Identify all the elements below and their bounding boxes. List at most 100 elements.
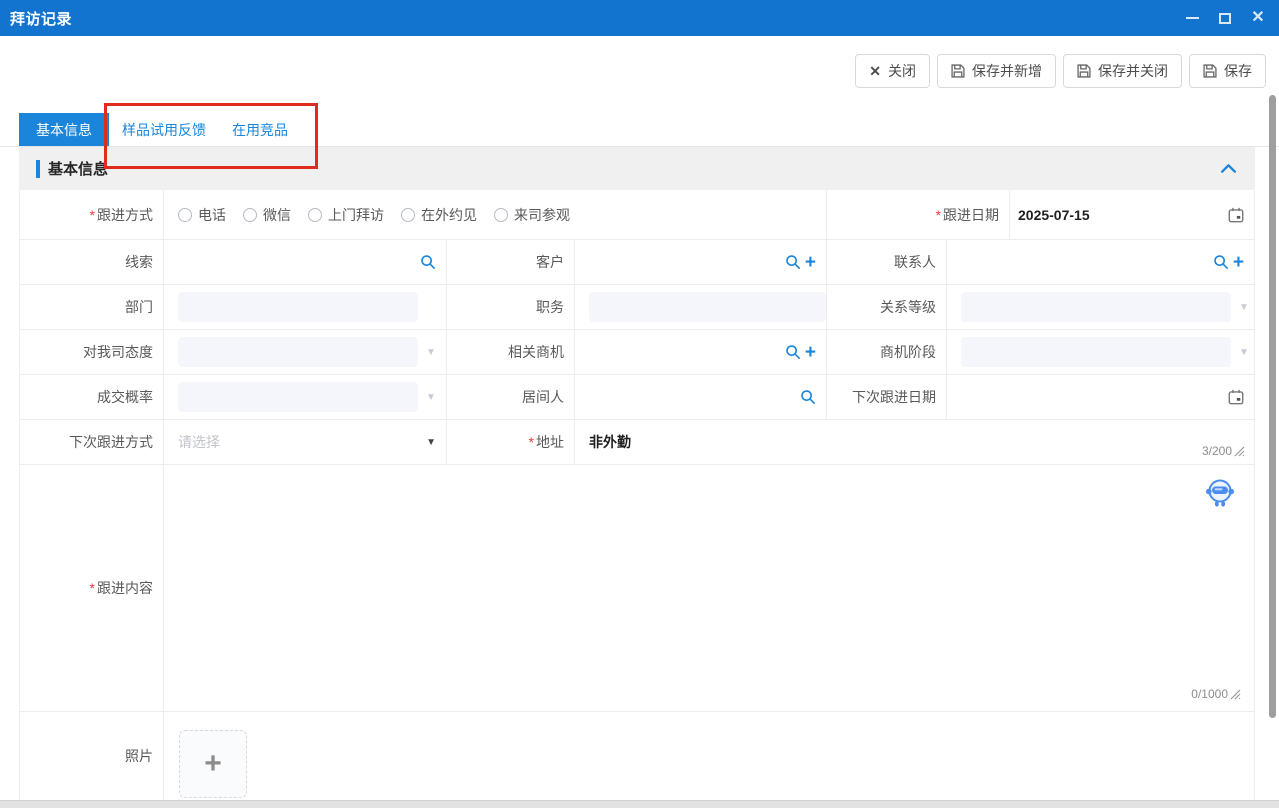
save-icon: [951, 64, 965, 78]
tab-bar: 基本信息 样品试用反馈 在用竞品: [0, 113, 1279, 147]
radio-option-wechat[interactable]: 微信: [243, 205, 291, 225]
close-button[interactable]: ✕ 关闭: [855, 54, 930, 88]
save-button[interactable]: 保存: [1189, 54, 1266, 88]
close-icon[interactable]: ✕: [1251, 11, 1265, 25]
search-icon[interactable]: [1213, 254, 1229, 270]
add-icon[interactable]: +: [805, 343, 816, 362]
maximize-icon[interactable]: [1218, 11, 1232, 25]
window-title: 拜访记录: [10, 8, 72, 29]
window-controls: ✕: [1185, 11, 1265, 25]
save-and-close-button[interactable]: 保存并关闭: [1063, 54, 1182, 88]
radio-icon: [243, 208, 257, 222]
relation-level-field: ▼: [946, 285, 1254, 329]
job-title-label: 职务: [446, 285, 574, 329]
chevron-up-icon: [1220, 163, 1237, 174]
form-row: * 跟进方式 电话 微信 上门拜访: [20, 190, 1254, 240]
follow-date-field[interactable]: 2025-07-15: [1009, 190, 1254, 239]
related-opportunity-label: 相关商机: [446, 330, 574, 374]
search-icon[interactable]: [420, 254, 436, 270]
chevron-down-icon[interactable]: ▼: [426, 437, 436, 448]
follow-date-value: 2025-07-15: [1018, 207, 1090, 223]
save-label: 保存: [1224, 61, 1252, 81]
bottom-strip: [0, 800, 1279, 808]
basic-info-form: * 跟进方式 电话 微信 上门拜访: [19, 190, 1255, 800]
add-icon[interactable]: +: [805, 253, 816, 272]
minimize-icon[interactable]: [1185, 11, 1199, 25]
deal-probability-select[interactable]: [178, 382, 418, 412]
radio-option-door-visit[interactable]: 上门拜访: [308, 205, 384, 225]
search-icon[interactable]: [785, 254, 801, 270]
close-button-label: 关闭: [888, 61, 916, 81]
follow-method-label: * 跟进方式: [20, 190, 163, 239]
upload-plus-icon: +: [204, 749, 222, 779]
required-asterisk: *: [90, 207, 95, 223]
tab-competing-products[interactable]: 在用竞品: [219, 113, 301, 146]
form-row: 照片 +: [20, 712, 1254, 800]
customer-field[interactable]: +: [574, 240, 826, 284]
radio-option-company-visit[interactable]: 来司参观: [494, 205, 570, 225]
next-follow-method-field[interactable]: 请选择 ▼: [163, 420, 446, 464]
follow-content-textarea[interactable]: 0/1000: [163, 465, 1254, 711]
vertical-scrollbar[interactable]: [1269, 95, 1276, 718]
photo-upload-button[interactable]: +: [179, 730, 247, 798]
next-follow-date-field[interactable]: [946, 375, 1254, 419]
attitude-select[interactable]: [178, 337, 418, 367]
ai-assistant-icon[interactable]: [1204, 477, 1236, 514]
resize-grip-icon[interactable]: [1229, 688, 1242, 701]
save-and-new-button[interactable]: 保存并新增: [937, 54, 1056, 88]
section-header-basic-info: 基本信息: [19, 147, 1255, 190]
tab-sample-trial-feedback[interactable]: 样品试用反馈: [109, 113, 219, 146]
job-title-input[interactable]: [589, 292, 826, 322]
relation-level-select[interactable]: [961, 292, 1231, 322]
search-icon[interactable]: [785, 344, 801, 360]
lead-label: 线索: [20, 240, 163, 284]
department-field: [163, 285, 446, 329]
attitude-label: 对我司态度: [20, 330, 163, 374]
radio-icon: [401, 208, 415, 222]
tab-basic-info[interactable]: 基本信息: [19, 113, 109, 146]
follow-date-label: * 跟进日期: [826, 190, 1009, 239]
lead-field[interactable]: [163, 240, 446, 284]
intermediary-field[interactable]: [574, 375, 826, 419]
close-x-icon: ✕: [869, 63, 881, 80]
radio-option-phone[interactable]: 电话: [178, 205, 226, 225]
chevron-down-icon[interactable]: ▼: [426, 347, 436, 358]
add-icon[interactable]: +: [1233, 253, 1244, 272]
follow-content-label: * 跟进内容: [20, 465, 163, 711]
contact-label: 联系人: [826, 240, 946, 284]
job-title-field: [574, 285, 826, 329]
address-value: 非外勤: [589, 432, 631, 452]
collapse-section-button[interactable]: [1220, 163, 1237, 174]
resize-grip-icon[interactable]: [1233, 445, 1246, 458]
toolbar: ✕ 关闭 保存并新增 保存并关闭 保存: [0, 36, 1279, 113]
department-input[interactable]: [178, 292, 418, 322]
visit-record-window: 拜访记录 ✕ ✕ 关闭 保存并新增 保存并关闭 保存 基本信息: [0, 0, 1279, 808]
next-follow-method-placeholder: 请选择: [178, 432, 220, 452]
calendar-icon[interactable]: [1228, 207, 1244, 223]
chevron-down-icon[interactable]: ▼: [426, 392, 436, 403]
contact-field[interactable]: +: [946, 240, 1254, 284]
follow-method-radio-group: 电话 微信 上门拜访 在外约见: [178, 205, 570, 225]
radio-option-meet-outside[interactable]: 在外约见: [401, 205, 477, 225]
opportunity-stage-label: 商机阶段: [826, 330, 946, 374]
address-char-counter: 3/200: [1202, 444, 1246, 458]
related-opportunity-field[interactable]: +: [574, 330, 826, 374]
radio-icon: [178, 208, 192, 222]
department-label: 部门: [20, 285, 163, 329]
opportunity-stage-select[interactable]: [961, 337, 1231, 367]
calendar-icon[interactable]: [1228, 389, 1244, 405]
save-and-close-label: 保存并关闭: [1098, 61, 1168, 81]
chevron-down-icon[interactable]: ▼: [1239, 347, 1249, 358]
form-row: 下次跟进方式 请选择 ▼ * 地址 非外勤 3/200: [20, 420, 1254, 465]
search-icon[interactable]: [800, 389, 816, 405]
follow-method-field: 电话 微信 上门拜访 在外约见: [163, 190, 826, 239]
address-field[interactable]: 非外勤 3/200: [574, 420, 1254, 464]
follow-content-char-counter: 0/1000: [1191, 687, 1242, 701]
next-follow-date-label: 下次跟进日期: [826, 375, 946, 419]
radio-icon: [494, 208, 508, 222]
address-label: * 地址: [446, 420, 574, 464]
form-row: 线索 客户 + 联系人 +: [20, 240, 1254, 285]
chevron-down-icon[interactable]: ▼: [1239, 302, 1249, 313]
deal-probability-label: 成交概率: [20, 375, 163, 419]
save-and-new-label: 保存并新增: [972, 61, 1042, 81]
